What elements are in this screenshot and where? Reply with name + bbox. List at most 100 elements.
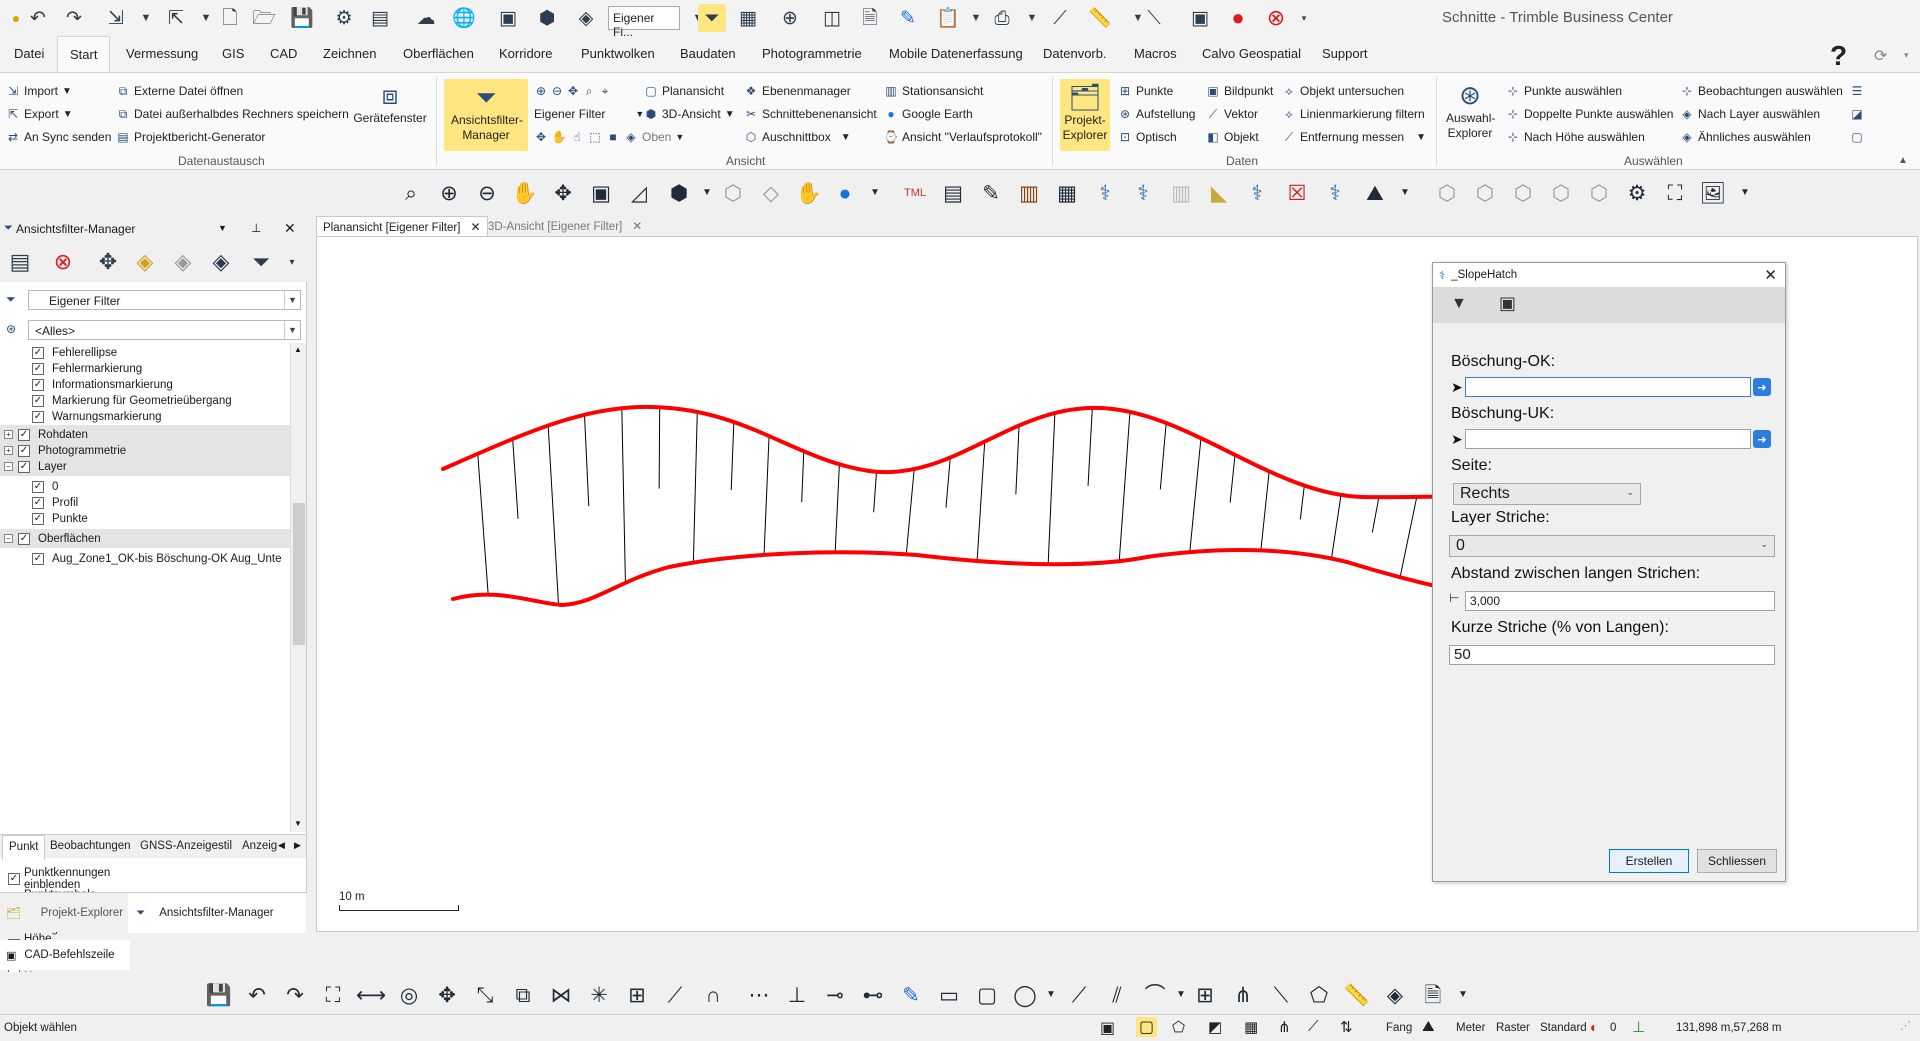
tab-start[interactable]: Start — [57, 36, 111, 73]
chevron-down-icon[interactable]: ▼ — [1018, 4, 1046, 32]
checkbox[interactable]: ✓ — [32, 552, 44, 565]
python-icon[interactable]: ⚕ — [1242, 178, 1272, 208]
pen-icon[interactable]: ✎ — [894, 4, 922, 32]
scroll-down-icon[interactable]: ▼ — [294, 819, 302, 828]
cube-outline-icon[interactable]: ⬡ — [718, 178, 748, 208]
line-icon[interactable]: ⟍ — [1140, 4, 1168, 32]
surface-icon[interactable]: ◿ — [624, 178, 654, 208]
checkbox[interactable]: ✓ — [8, 873, 20, 885]
checkbox[interactable]: ✓ — [18, 444, 30, 457]
object-button[interactable]: ◧ Objekt — [1206, 127, 1258, 147]
globe-icon[interactable]: 🌐 — [450, 4, 478, 32]
inspect-object-button[interactable]: ⟡ Objekt untersuchen — [1282, 81, 1404, 101]
cube-outline-icon[interactable]: ⬡ — [1546, 178, 1576, 208]
tab-macros[interactable]: Macros — [1134, 46, 1177, 61]
cube-outline-icon[interactable]: ⬡ — [1508, 178, 1538, 208]
doc-add-icon[interactable]: 🗎 — [856, 4, 884, 32]
expand-icon[interactable]: + — [4, 446, 13, 455]
globe-search-icon[interactable]: ⊕ — [776, 4, 804, 32]
tab-project-explorer[interactable]: 🗂 Projekt-Explorer — [0, 893, 128, 933]
box-icon[interactable]: ⬢ — [533, 4, 561, 32]
tab-datenvorb[interactable]: Datenvorb. — [1043, 46, 1107, 61]
kurze-field[interactable]: 50 — [1449, 645, 1775, 665]
layers-dark-icon[interactable]: ◈ — [206, 247, 236, 277]
chevron-down-icon[interactable]: ▼ — [132, 4, 160, 32]
ruler-icon[interactable]: 📏 — [1342, 980, 1372, 1010]
pick-ok-button[interactable]: ➜ — [1753, 378, 1771, 396]
copy-icon[interactable]: ⧉ — [508, 980, 538, 1010]
select-icon[interactable]: ⬚ — [588, 130, 602, 144]
chevron-down-icon[interactable]: ▼ — [1730, 178, 1760, 208]
stack-icon[interactable]: ◫ — [818, 4, 846, 32]
redo-icon[interactable]: ↷ — [280, 980, 310, 1010]
checkbox[interactable]: ✓ — [18, 428, 30, 441]
clip-box-button[interactable]: ⬡ Auschnittbox ▼ — [744, 127, 851, 147]
network-icon[interactable]: ✥ — [93, 247, 123, 277]
tree-item[interactable]: ✓ Punkte — [0, 509, 290, 528]
chevron-down-icon[interactable]: ▼ — [1036, 980, 1066, 1010]
plane-icon[interactable]: ◇ — [756, 178, 786, 208]
zoom-in-icon[interactable]: ⊕ — [534, 84, 548, 98]
stop-icon[interactable]: ⊗ — [1262, 4, 1290, 32]
pointer-icon[interactable]: ☝ — [570, 130, 584, 144]
dialog-titlebar[interactable]: ⚕ _SlopeHatch ✕ — [1433, 263, 1785, 287]
chevron-down-icon[interactable]: ▼ — [1390, 178, 1420, 208]
rectangle-icon[interactable]: ▢ — [972, 980, 1002, 1010]
target-icon[interactable]: ◎ — [394, 980, 424, 1010]
tree-item[interactable]: ✓ Aug_Zone1_OK-bis Böschung-OK Aug_Unte — [0, 549, 290, 568]
arrows-icon[interactable]: ⇅ — [1340, 1018, 1353, 1036]
collapse-icon[interactable]: − — [4, 462, 13, 471]
filter-list-icon[interactable]: ▤ — [5, 247, 35, 277]
remove-icon[interactable]: ⊗ — [48, 247, 78, 277]
export-icon[interactable]: ⇱ — [162, 4, 190, 32]
setup-button[interactable]: ⊛ Aufstellung — [1118, 104, 1195, 124]
ruler-icon[interactable]: 📏 — [1086, 4, 1114, 32]
shape-icon[interactable]: ⬠ — [1304, 980, 1334, 1010]
undo-icon[interactable]: ↶ — [242, 980, 272, 1010]
intersect-icon[interactable]: ⋔ — [1228, 980, 1258, 1010]
align-icon[interactable]: ⊞ — [622, 980, 652, 1010]
undo-icon[interactable]: ↶ — [24, 4, 52, 32]
project-explorer-button[interactable]: 🗂 Projekt-Explorer — [1060, 79, 1110, 151]
section-view-button[interactable]: ✂ Schnittebenenansicht — [744, 104, 877, 124]
checkbox[interactable]: ✓ — [32, 346, 44, 359]
select-points-button[interactable]: ⊹ Punkte auswählen — [1506, 81, 1622, 101]
customize-icon[interactable]: ▾ — [1290, 4, 1318, 32]
sync-button[interactable]: ⇄ An Sync senden — [6, 127, 111, 147]
line-tool-icon[interactable]: ⟍ — [1266, 980, 1296, 1010]
record-icon[interactable]: ● — [1224, 4, 1252, 32]
tree-item[interactable]: ✓ Warnungsmarkierung — [0, 407, 290, 426]
python-icon[interactable]: ⚕ — [1320, 178, 1350, 208]
cloud-icon[interactable]: ☁ — [412, 4, 440, 32]
raster-label[interactable]: Raster — [1496, 1022, 1530, 1034]
collapse-ribbon-icon[interactable]: ▲ — [1898, 155, 1908, 166]
layer-manager-button[interactable]: ❖ Ebenenmanager — [744, 81, 851, 101]
checkbox[interactable]: ✓ — [32, 480, 44, 493]
top-view-label[interactable]: Oben — [642, 130, 671, 144]
offset-icon[interactable]: ⊷ — [858, 980, 888, 1010]
tab-oberflaechen[interactable]: Oberflächen — [403, 46, 474, 61]
chevron-down-icon[interactable]: ▼ — [962, 4, 990, 32]
boeschung-uk-field[interactable] — [1465, 429, 1751, 449]
magnifier-icon[interactable]: ⌕ — [396, 178, 426, 208]
cube-outline-icon[interactable]: ⬡ — [1584, 178, 1614, 208]
scroll-up-icon[interactable]: ▲ — [294, 345, 302, 354]
measure-icon[interactable]: ⟋ — [1046, 4, 1074, 32]
standard-label[interactable]: Standard — [1540, 1022, 1587, 1034]
checkbox[interactable]: ✓ — [32, 362, 44, 375]
shape-snap-icon[interactable]: ⬠ — [1172, 1018, 1185, 1036]
move-icon[interactable]: ✥ — [432, 980, 462, 1010]
select-similar-button[interactable]: ◈ Ähnliches auswählen — [1680, 127, 1810, 147]
tab-datei[interactable]: Datei — [14, 46, 44, 61]
network-icon[interactable]: ⋔ — [1278, 1018, 1291, 1036]
image-icon[interactable]: 🖼 — [1698, 178, 1728, 208]
fang-label[interactable]: Fang — [1386, 1022, 1412, 1034]
terminal-icon[interactable]: ▣ — [1100, 1018, 1115, 1038]
extern-save-button[interactable]: ⧉ Datei außerhalbdes Rechners speichern — [116, 104, 349, 124]
explode-icon[interactable]: ✳ — [584, 980, 614, 1010]
gear-network-icon[interactable]: ⚙ — [1622, 178, 1652, 208]
filter-settings-icon[interactable]: ⏷ — [246, 247, 276, 277]
polyline-icon[interactable]: ⟋ — [1064, 980, 1094, 1010]
export-button[interactable]: ⇱ Export ▼ — [6, 104, 73, 124]
close-button[interactable]: Schliessen — [1697, 849, 1777, 873]
